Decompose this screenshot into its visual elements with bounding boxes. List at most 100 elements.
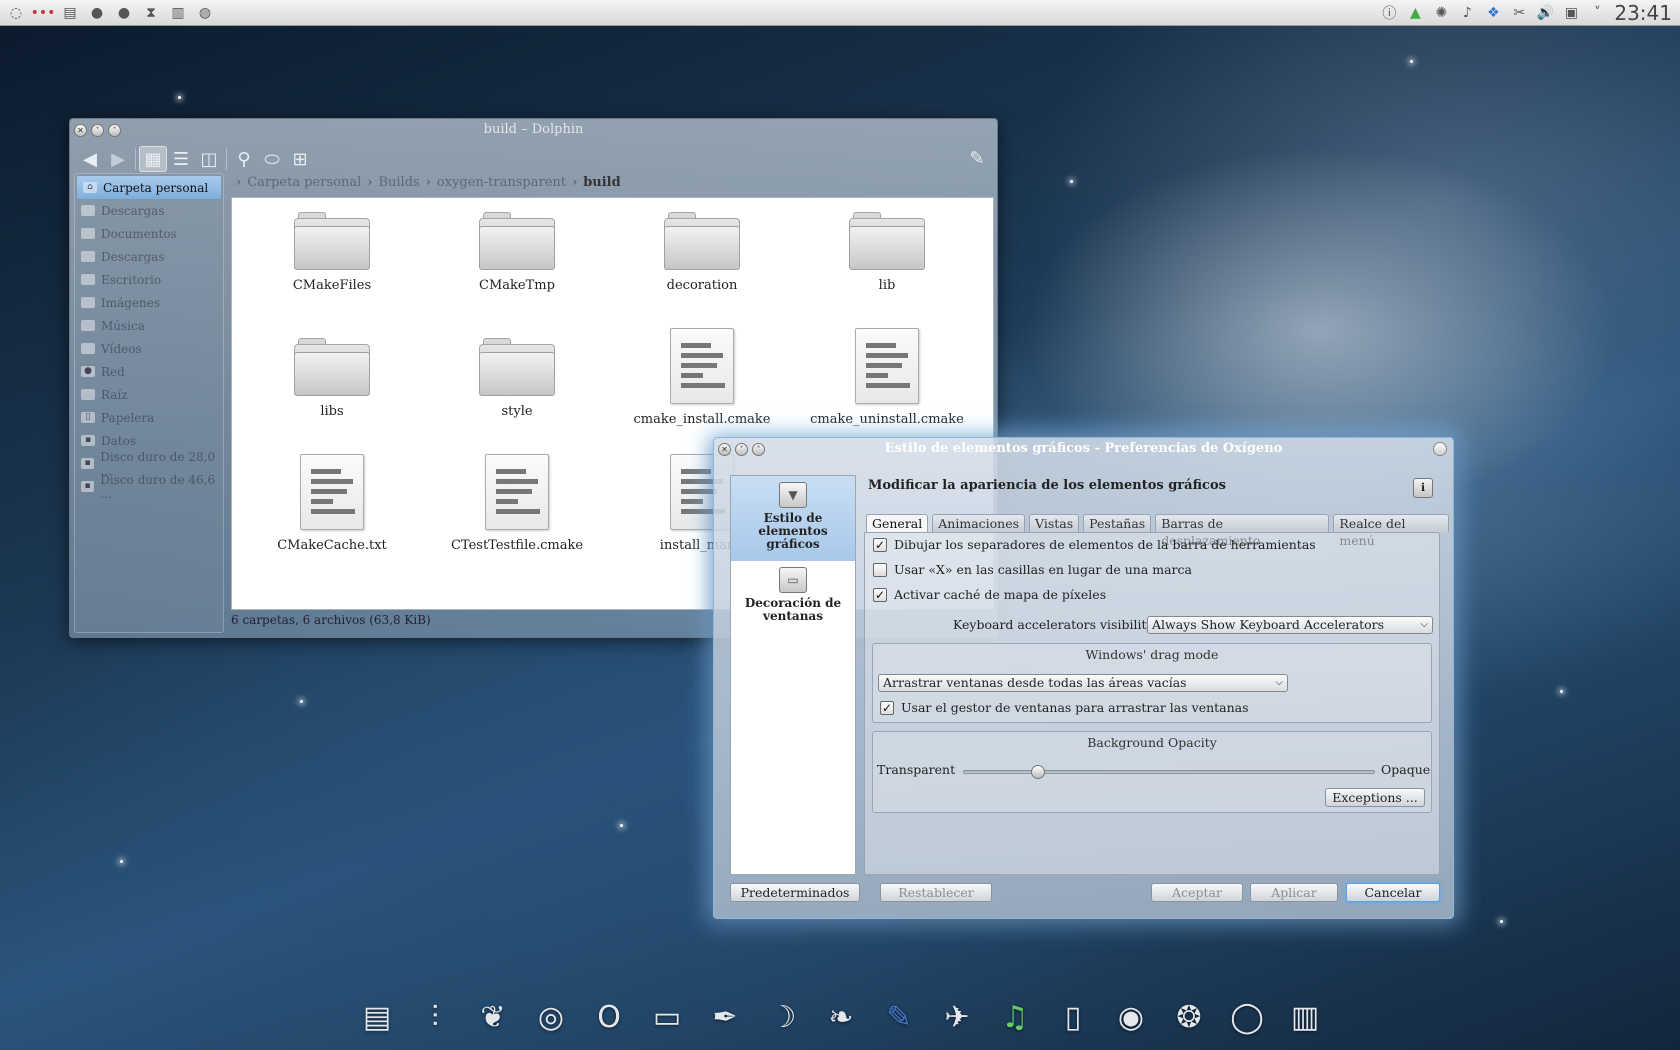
place-item[interactable]: Raíz bbox=[75, 383, 223, 406]
forward-icon[interactable]: ▶ bbox=[104, 146, 132, 172]
dolphin-titlebar[interactable]: ✕ ˅ ˄ build – Dolphin bbox=[70, 119, 997, 141]
audio-icon[interactable]: ♫ bbox=[993, 995, 1037, 1039]
maximize-icon[interactable]: ˄ bbox=[108, 123, 121, 137]
place-item[interactable]: Escritorio bbox=[75, 268, 223, 291]
bird-icon[interactable]: ❧ bbox=[819, 995, 863, 1039]
music-icon[interactable]: ♪ bbox=[1456, 3, 1478, 23]
checkbox-empty[interactable] bbox=[873, 562, 887, 577]
preview-icon[interactable]: ⬭ bbox=[258, 146, 286, 172]
close-icon[interactable]: ✕ bbox=[74, 123, 87, 137]
app4-icon[interactable]: ▥ bbox=[167, 3, 189, 23]
place-item[interactable]: Documentos bbox=[75, 222, 223, 245]
maximize-icon[interactable]: ˄ bbox=[752, 442, 765, 456]
place-item[interactable]: Descargas bbox=[75, 199, 223, 222]
file-item[interactable]: decoration bbox=[617, 198, 787, 308]
gimp-icon[interactable]: ❦ bbox=[471, 995, 515, 1039]
app1-icon[interactable]: ● bbox=[86, 3, 108, 23]
breadcrumb-item[interactable]: Builds bbox=[378, 175, 419, 190]
volume-icon[interactable]: 🔊 bbox=[1534, 3, 1556, 23]
package-icon[interactable]: ▲ bbox=[1404, 3, 1426, 23]
exceptions-button[interactable]: Exceptions ... bbox=[1325, 788, 1425, 807]
klipper-icon[interactable]: ✂ bbox=[1508, 3, 1530, 23]
tab-tabs[interactable]: Pestañas bbox=[1083, 514, 1152, 532]
close-icon[interactable]: ✕ bbox=[718, 442, 731, 456]
dialog-titlebar[interactable]: ✕ ˅ ˄ Estilo de elementos gráficos - Pre… bbox=[714, 438, 1453, 460]
pixmap-cache-checkbox-row[interactable]: ✓ Activar caché de mapa de píxeles bbox=[873, 587, 1106, 602]
chrome-icon[interactable]: ◎ bbox=[529, 995, 573, 1039]
breadcrumb-item[interactable]: Carpeta personal bbox=[247, 175, 361, 190]
help-icon[interactable]: ℹ bbox=[1413, 478, 1433, 498]
apply-button[interactable]: Aplicar bbox=[1250, 883, 1338, 902]
tab-general[interactable]: General bbox=[866, 514, 929, 532]
minimize-icon[interactable]: ˅ bbox=[735, 442, 748, 456]
trash-icon[interactable]: ▯ bbox=[1051, 995, 1095, 1039]
place-item[interactable]: ▪ Disco duro de 46,6 ... bbox=[75, 473, 223, 501]
app2-icon[interactable]: ● bbox=[113, 3, 135, 23]
accel-visibility-select[interactable]: Always Show Keyboard Accelerators ⌵ bbox=[1147, 616, 1433, 634]
wrench-icon[interactable]: ✎ bbox=[963, 145, 991, 171]
files-icon[interactable]: ▥ bbox=[1283, 995, 1327, 1039]
sidebar-item-widget-style[interactable]: ▼ Estilo de elementos gráficos bbox=[731, 476, 855, 561]
back-icon[interactable]: ◀ bbox=[76, 146, 104, 172]
file-item[interactable]: CMakeFiles bbox=[247, 198, 417, 308]
place-item[interactable]: Descargas bbox=[75, 245, 223, 268]
file-item[interactable]: lib bbox=[802, 198, 972, 308]
minimize-icon[interactable]: ˅ bbox=[91, 123, 104, 137]
dropbox-icon[interactable]: ❖ bbox=[1482, 3, 1504, 23]
panels-icon[interactable]: ⊞ bbox=[286, 146, 314, 172]
kde-icon[interactable]: ☽ bbox=[761, 995, 805, 1039]
dots-icon[interactable]: ••• bbox=[31, 3, 56, 23]
defaults-button[interactable]: Predeterminados bbox=[730, 883, 860, 902]
x-mark-checkbox-row[interactable]: Usar «X» en las casillas en lugar de una… bbox=[873, 562, 1192, 577]
tab-animations[interactable]: Animaciones bbox=[932, 514, 1026, 532]
place-item[interactable]: Música bbox=[75, 314, 223, 337]
opera-icon[interactable]: O bbox=[587, 995, 631, 1039]
file-item[interactable]: cmake_install.cmake bbox=[617, 324, 787, 434]
file-item[interactable]: style bbox=[432, 324, 602, 434]
search-icon[interactable]: ⚲ bbox=[230, 146, 258, 172]
expand-icon[interactable]: ˅ bbox=[1586, 3, 1608, 23]
opera-next-icon[interactable]: ◯ bbox=[1225, 995, 1269, 1039]
slider-handle[interactable] bbox=[1031, 765, 1046, 779]
file-item[interactable]: CMakeTmp bbox=[432, 198, 602, 308]
dolphin-icon[interactable]: ▤ bbox=[355, 995, 399, 1039]
place-item[interactable]: Imágenes bbox=[75, 291, 223, 314]
check-icon[interactable]: ✓ bbox=[873, 537, 887, 552]
icons-view-icon[interactable]: ▦ bbox=[139, 146, 167, 172]
tab-menu-highlight[interactable]: Realce del menú bbox=[1333, 514, 1449, 548]
kde-menu-icon[interactable]: ◌ bbox=[5, 3, 27, 23]
place-item[interactable]: ▯ Papelera bbox=[75, 406, 223, 429]
check-icon[interactable]: ✓ bbox=[873, 587, 887, 602]
file-item[interactable]: CTestTestfile.cmake bbox=[432, 450, 602, 560]
split-view-icon[interactable]: ◫ bbox=[195, 146, 223, 172]
details-view-icon[interactable]: ☰ bbox=[167, 146, 195, 172]
cancel-button[interactable]: Cancelar bbox=[1346, 883, 1440, 902]
info-icon[interactable]: ⓘ bbox=[1378, 3, 1400, 23]
twitter-icon[interactable]: ✈ bbox=[935, 995, 979, 1039]
tab-scrollbars[interactable]: Barras de desplazamiento bbox=[1155, 514, 1330, 548]
place-item[interactable]: ⌂ Carpeta personal bbox=[77, 176, 221, 199]
app3-icon[interactable]: ⧗ bbox=[140, 3, 162, 23]
reset-button[interactable]: Restablecer bbox=[880, 883, 992, 902]
inkscape-icon[interactable]: ✒ bbox=[703, 995, 747, 1039]
place-item[interactable]: Vídeos bbox=[75, 337, 223, 360]
editor-icon[interactable]: ✎ bbox=[877, 995, 921, 1039]
check-icon[interactable]: ✓ bbox=[880, 700, 894, 715]
clock[interactable]: 23:41 bbox=[1614, 1, 1672, 25]
network-icon[interactable]: ▣ bbox=[1560, 3, 1582, 23]
window-list-icon[interactable]: ▤ bbox=[59, 3, 81, 23]
terminal-icon[interactable]: ▭ bbox=[645, 995, 689, 1039]
sidebar-item-window-decoration[interactable]: ▭ Decoración de ventanas bbox=[731, 561, 855, 646]
firefox-icon[interactable]: ❂ bbox=[1167, 995, 1211, 1039]
cloud-icon[interactable]: ✺ bbox=[1430, 3, 1452, 23]
breadcrumb-current[interactable]: build bbox=[583, 175, 621, 190]
place-item[interactable]: ● Red bbox=[75, 360, 223, 383]
separators-checkbox-row[interactable]: ✓ Dibujar los separadores de elementos d… bbox=[873, 537, 1316, 552]
opacity-slider[interactable] bbox=[963, 765, 1375, 779]
wm-drag-checkbox-row[interactable]: ✓ Usar el gestor de ventanas para arrast… bbox=[880, 700, 1249, 715]
file-item[interactable]: CMakeCache.txt bbox=[247, 450, 417, 560]
keep-above-icon[interactable] bbox=[1433, 442, 1447, 456]
mixer-icon[interactable]: ⫶ bbox=[413, 995, 457, 1039]
tab-views[interactable]: Vistas bbox=[1029, 514, 1080, 532]
chromium-icon[interactable]: ◉ bbox=[1109, 995, 1153, 1039]
